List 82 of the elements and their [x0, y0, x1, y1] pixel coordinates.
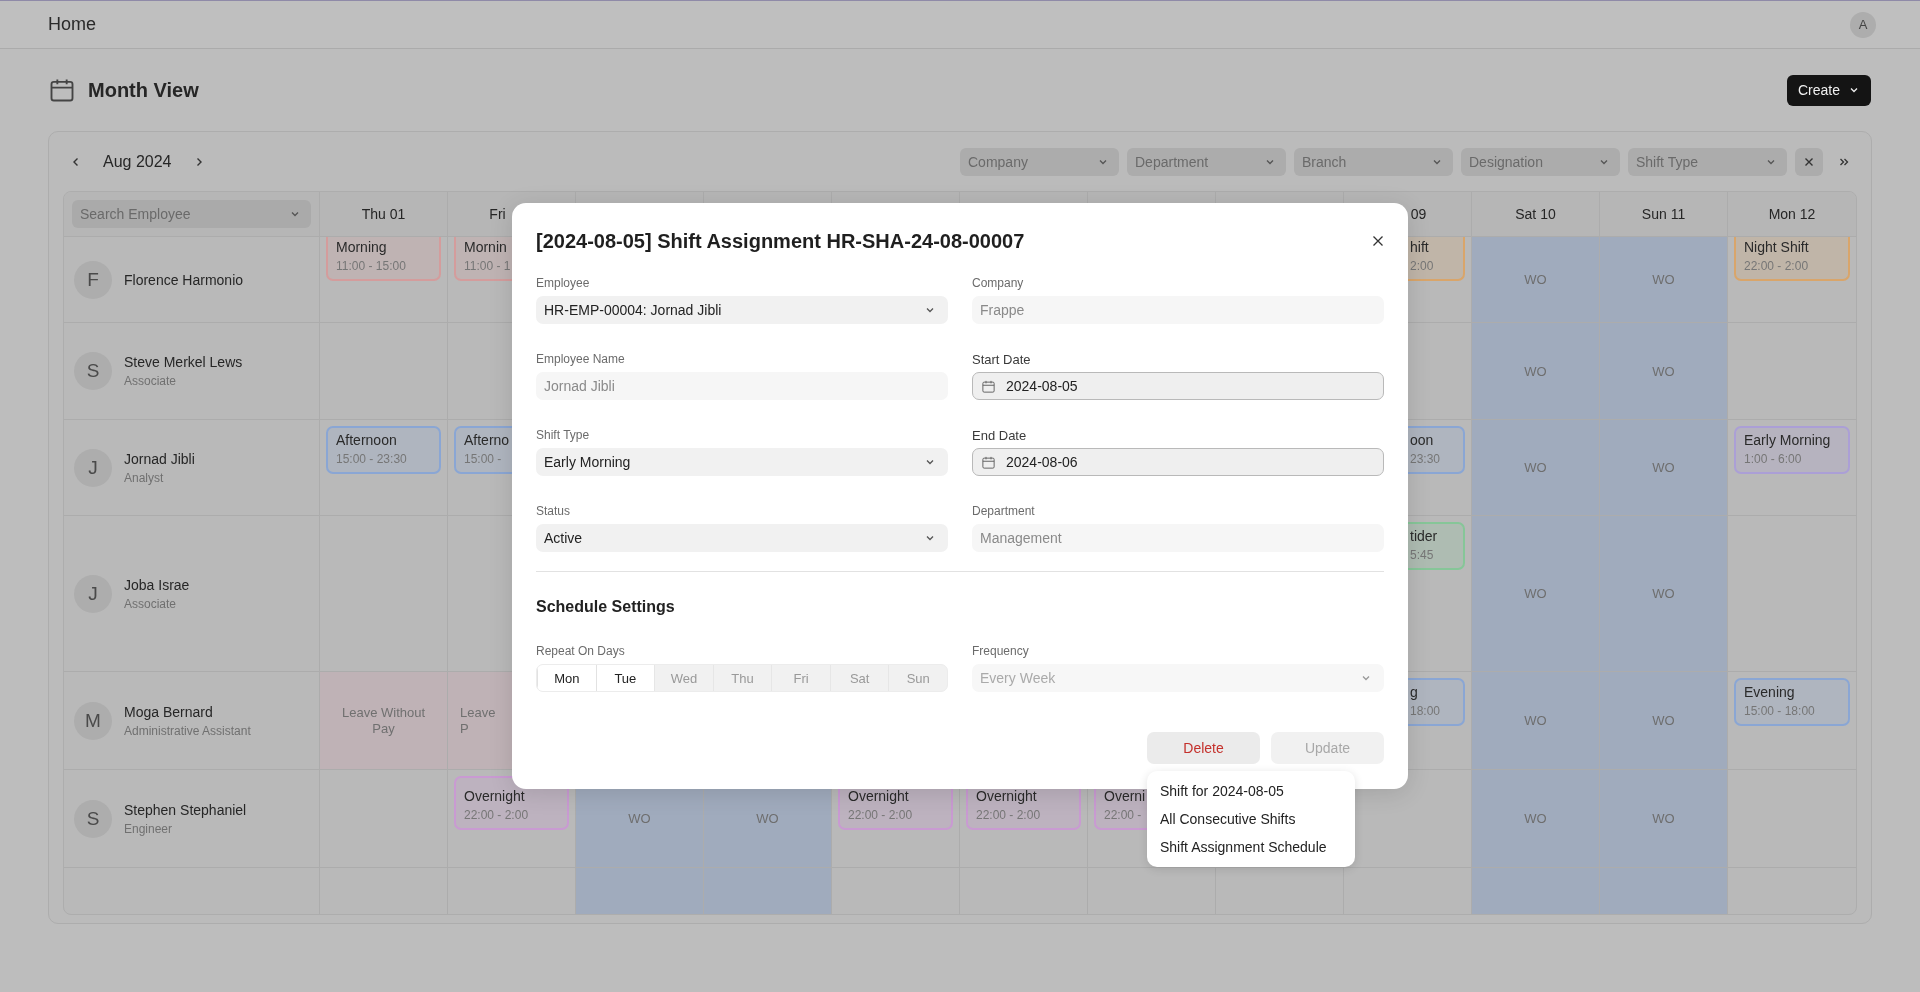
employee-name: Joba Israe [124, 576, 190, 593]
week-off-label: WO [756, 811, 779, 826]
shift-name: hift [1410, 239, 1429, 255]
employee-name: Jornad Jibli [124, 450, 195, 467]
field-label: Start Date [972, 352, 1032, 366]
week-off-label: WO [1652, 713, 1675, 728]
employee-avatar: J [74, 574, 112, 613]
week-off-label: WO [1524, 460, 1547, 475]
employee-designation: Engineer [124, 821, 174, 836]
week-off-label: WO [1524, 713, 1547, 728]
section-title: Schedule Settings [536, 598, 676, 616]
shift-time: 22:00 - [1104, 808, 1142, 822]
employee-designation: Associate [124, 596, 178, 611]
shift-time: 11:00 - 1 [464, 259, 511, 273]
shift-name: Afternoon [336, 432, 397, 448]
employee-name: Steve Merkel Lews [124, 354, 243, 370]
shift-name: tider [1410, 528, 1438, 544]
shift-time: 22:00 - 2:00 [1744, 259, 1809, 273]
shift-time: 23:30 [1410, 452, 1441, 466]
field-label: Repeat On Days [536, 644, 626, 658]
week-off-label: WO [1524, 363, 1547, 379]
shift-name: g [1410, 684, 1418, 700]
field-label: Employee Name [536, 352, 626, 366]
week-off-label: WO [1524, 811, 1547, 826]
field-label: Frequency [972, 644, 1030, 658]
employee-avatar: S [74, 799, 112, 838]
day-header: Fri [489, 206, 506, 222]
employee-name: Moga Bernard [124, 703, 214, 720]
shift-time: 22:00 - 2:00 [976, 808, 1041, 822]
shift-name: Morning [336, 239, 387, 255]
week-off-label: WO [1652, 586, 1675, 601]
week-off-label: WO [1652, 460, 1675, 475]
shift-name: Overni [1104, 788, 1146, 804]
shift-time: 22:00 - 2:00 [464, 808, 529, 822]
employee-avatar: M [74, 701, 112, 740]
shift-name: oon [1410, 432, 1434, 448]
day-header: Mon 12 [1768, 206, 1816, 222]
employee-designation: Administrative Assistant [124, 723, 251, 738]
readonly-field: Management [972, 524, 1384, 552]
shift-time: 1:00 - 6:00 [1744, 452, 1802, 466]
shift-time: 11:00 - 15:00 [336, 259, 406, 273]
week-off-label: WO [1524, 272, 1547, 287]
week-off-label: WO [628, 811, 651, 826]
shift-time: 5:45 [1410, 548, 1434, 562]
day-header: Sat 10 [1515, 206, 1556, 222]
employee-avatar: S [74, 352, 112, 390]
readonly-field: Jornad Jibli [536, 372, 948, 400]
shift-name: Early Morning [1744, 432, 1831, 448]
shift-name: Overnight [976, 788, 1037, 804]
shift-time: 22:00 - 2:00 [848, 808, 913, 822]
employee-designation: Analyst [124, 470, 165, 485]
shift-time: 15:00 - [464, 452, 502, 466]
day-header: Sun 11 [1641, 206, 1686, 222]
month-label: Aug 2024 [102, 152, 173, 171]
employee-designation: Associate [124, 374, 178, 388]
field-label: End Date [972, 428, 1028, 442]
employee-avatar: J [74, 448, 112, 487]
shift-name: Mornin [464, 239, 507, 255]
shift-time: 18:00 [1410, 704, 1441, 718]
shift-time: 15:00 - 18:00 [1744, 704, 1815, 718]
page-title: Home [48, 14, 96, 35]
employee-avatar: F [74, 260, 112, 299]
week-off-label: WO [1652, 272, 1675, 287]
employee-name: Florence Harmonio [124, 271, 244, 288]
day-header: Thu 01 [361, 206, 406, 222]
shift-name: Night Shift [1744, 239, 1809, 255]
shift-name: Overnight [848, 788, 909, 804]
shift-time: 2:00 [1410, 259, 1434, 273]
field-label: Company [972, 276, 1025, 290]
shift-name: Overnight [464, 788, 525, 804]
day-header: 09 [1410, 206, 1427, 222]
employee-name: Stephen Stephaniel [124, 801, 247, 818]
week-off-label: WO [1652, 811, 1675, 826]
week-off-label: WO [1652, 363, 1675, 379]
shift-name: Evening [1744, 684, 1795, 700]
readonly-field: Frappe [972, 296, 1384, 324]
shift-name: Afterno [464, 432, 510, 448]
shift-time: 15:00 - 23:30 [336, 452, 407, 466]
view-title: Month View [88, 78, 199, 102]
field-label: Department [972, 504, 1036, 518]
week-off-label: WO [1524, 586, 1547, 601]
field-label: Status [536, 504, 572, 518]
